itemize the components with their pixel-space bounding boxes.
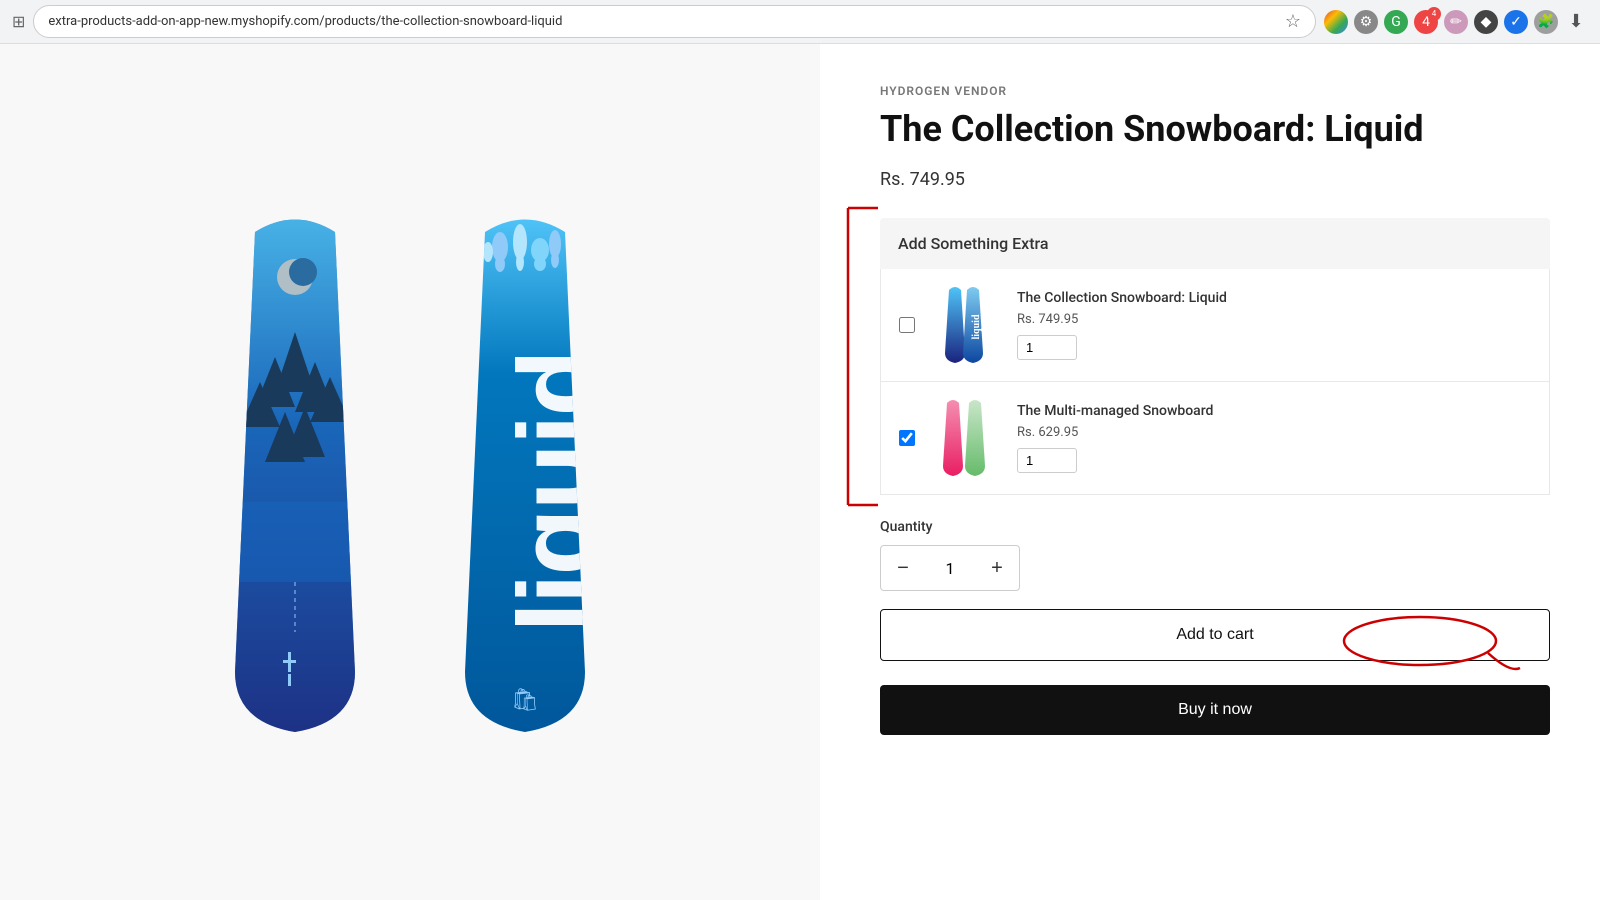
quantity-decrease-button[interactable]: −	[881, 546, 925, 590]
svg-text:liquid: liquid	[971, 314, 982, 339]
extra-item-2-qty[interactable]	[1017, 448, 1077, 473]
extra-item-1-image: liquid	[931, 285, 1001, 365]
snowboards-container: liquid 🛍	[200, 212, 620, 732]
badge-count: 4	[1427, 7, 1441, 21]
extra-item-2: The Multi-managed Snowboard Rs. 629.95	[881, 382, 1549, 494]
quantity-section: Quantity − 1 +	[880, 519, 1550, 591]
quantity-control: − 1 +	[880, 545, 1020, 591]
extra-item-2-checkbox[interactable]	[899, 430, 915, 446]
bookmark-icon[interactable]: ☆	[1285, 11, 1301, 32]
product-price: Rs. 749.95	[880, 169, 1550, 190]
extra-item-1: liquid The Collection Snowboard: Liquid …	[881, 269, 1549, 382]
add-extra-header: Add Something Extra	[880, 218, 1550, 269]
add-to-cart-button[interactable]: Add to cart	[880, 609, 1550, 661]
blue-ext-icon[interactable]: ✓	[1504, 10, 1528, 34]
svg-text:🛍: 🛍	[511, 688, 539, 713]
browser-chrome: ⊞ extra-products-add-on-app-new.myshopif…	[0, 0, 1600, 44]
dark-ext-icon[interactable]: ◆	[1474, 10, 1498, 34]
vendor-label: HYDROGEN VENDOR	[880, 84, 1550, 98]
chrome-icon[interactable]	[1324, 10, 1348, 34]
extra-item-1-price: Rs. 749.95	[1017, 312, 1531, 327]
product-details: HYDROGEN VENDOR The Collection Snowboard…	[820, 44, 1600, 900]
quantity-value: 1	[925, 559, 975, 578]
extra-item-1-checkbox[interactable]	[899, 317, 915, 333]
extra-item-2-info: The Multi-managed Snowboard Rs. 629.95	[1017, 403, 1531, 473]
extra-item-1-info: The Collection Snowboard: Liquid Rs. 749…	[1017, 290, 1531, 360]
pen-icon[interactable]: ✏	[1444, 10, 1468, 34]
extra-item-2-image	[931, 398, 1001, 478]
quantity-label: Quantity	[880, 519, 1550, 535]
address-bar[interactable]: extra-products-add-on-app-new.myshopify.…	[33, 5, 1316, 38]
browser-extension-icons: ⚙ G 4 4 ✏ ◆ ✓ 🧩 ⬇	[1324, 10, 1588, 34]
url-text: extra-products-add-on-app-new.myshopify.…	[48, 14, 1278, 29]
extra-item-1-name: The Collection Snowboard: Liquid	[1017, 290, 1531, 306]
svg-text:liquid: liquid	[496, 351, 619, 632]
download-icon[interactable]: ⬇	[1564, 10, 1588, 34]
add-to-cart-wrapper: Add to cart	[880, 609, 1550, 673]
buy-now-button[interactable]: Buy it now	[880, 685, 1550, 735]
puzzle-icon[interactable]: 🧩	[1534, 10, 1558, 34]
badge-ext-icon[interactable]: 4 4	[1414, 10, 1438, 34]
green-ext-icon[interactable]: G	[1384, 10, 1408, 34]
page-wrapper: liquid 🛍 HYDROGEN VENDOR The Collection …	[0, 44, 1600, 900]
add-extra-section: Add Something Extra	[880, 218, 1550, 495]
extra-item-2-price: Rs. 629.95	[1017, 425, 1531, 440]
quantity-increase-button[interactable]: +	[975, 546, 1019, 590]
add-to-cart-label: Add to cart	[1176, 626, 1253, 643]
tabs-icon[interactable]: ⊞	[12, 12, 25, 31]
product-image-area: liquid 🛍	[0, 44, 820, 900]
settings-icon[interactable]: ⚙	[1354, 10, 1378, 34]
buy-now-label: Buy it now	[1178, 701, 1252, 718]
add-extra-items: liquid The Collection Snowboard: Liquid …	[880, 269, 1550, 495]
product-title: The Collection Snowboard: Liquid	[880, 108, 1550, 151]
snowboard-left	[200, 212, 390, 732]
extra-item-2-name: The Multi-managed Snowboard	[1017, 403, 1531, 419]
snowboard-right: liquid 🛍	[430, 212, 620, 732]
extra-item-1-qty[interactable]	[1017, 335, 1077, 360]
